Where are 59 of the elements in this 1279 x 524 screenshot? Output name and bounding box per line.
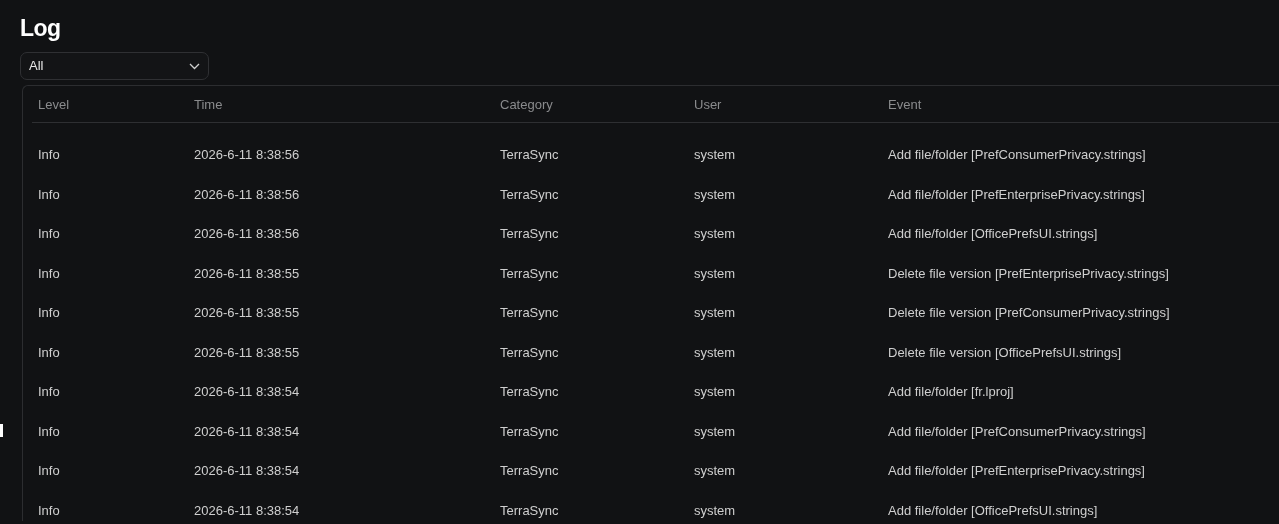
- table-cell-text: system: [693, 226, 736, 242]
- table-cell-text: Add file/folder [OfficePrefsUI.strings]: [887, 226, 1098, 242]
- column-header[interactable]: Level: [32, 96, 70, 112]
- table-cell-text: Add file/folder [PrefConsumerPrivacy.strings]: [887, 423, 1146, 439]
- table-cell-text: Info: [37, 147, 60, 163]
- table-cell-text: system: [693, 265, 736, 281]
- table-cell-text: TerraSync: [499, 423, 559, 439]
- table-cell-text: 2026-6-11 8:38:55: [193, 305, 300, 321]
- table-cell-text: TerraSync: [499, 502, 559, 518]
- filter-dropdown[interactable]: All: [20, 52, 209, 80]
- table-cell-text: Info: [37, 226, 60, 242]
- column-header[interactable]: Category: [494, 96, 553, 112]
- table-cell-text: TerraSync: [499, 344, 559, 360]
- column-header[interactable]: Event: [882, 96, 922, 112]
- table-cell-text: Info: [37, 423, 60, 439]
- table-cell-text: Add file/folder [OfficePrefsUI.strings]: [887, 502, 1098, 518]
- page-title: Log: [20, 14, 62, 43]
- table-cell-text: 2026-6-11 8:38:56: [193, 186, 300, 202]
- table-cell-text: system: [693, 305, 736, 321]
- table-cell-text: TerraSync: [499, 186, 559, 202]
- table-cell-text: Info: [37, 463, 60, 479]
- table-cell-text: Add file/folder [PrefConsumerPrivacy.strings]: [887, 147, 1146, 163]
- column-header[interactable]: User: [688, 96, 722, 112]
- table-cell-text: 2026-6-11 8:38:54: [193, 463, 300, 479]
- table-cell-text: system: [693, 344, 736, 360]
- table-cell-text: 2026-6-11 8:38:54: [193, 384, 300, 400]
- table-cell-text: TerraSync: [499, 147, 559, 163]
- table-cell-text: TerraSync: [499, 463, 559, 479]
- table-cell-text: TerraSync: [499, 265, 559, 281]
- table-cell-text: Delete file version [PrefConsumerPrivacy.strings]: [887, 305, 1170, 321]
- table-cell-text: Info: [37, 186, 60, 202]
- table-cell-text: system: [693, 384, 736, 400]
- table-cell-text: Info: [37, 384, 60, 400]
- scroll-marker: [0, 424, 3, 437]
- table-cell-text: 2026-6-11 8:38:54: [193, 502, 300, 518]
- table-cell-text: system: [693, 186, 736, 202]
- table-cell-text: 2026-6-11 8:38:55: [193, 265, 300, 281]
- table-cell-text: Info: [37, 502, 60, 518]
- table-cell-text: TerraSync: [499, 305, 559, 321]
- table-cell-text: system: [693, 502, 736, 518]
- table-cell-text: Info: [37, 305, 60, 321]
- table-cell-text: TerraSync: [499, 384, 559, 400]
- table-cell-text: Add file/folder [PrefEnterprisePrivacy.strings]: [887, 463, 1145, 479]
- table-cell-text: 2026-6-11 8:38:56: [193, 147, 300, 163]
- table-cell-text: system: [693, 463, 736, 479]
- column-header[interactable]: Time: [188, 96, 223, 112]
- table-cell-text: system: [693, 147, 736, 163]
- table-cell-text: system: [693, 423, 736, 439]
- table-cell-text: 2026-6-11 8:38:54: [193, 423, 300, 439]
- table-cell-text: Info: [37, 344, 60, 360]
- table-cell-text: Delete file version [OfficePrefsUI.strings]: [887, 344, 1122, 360]
- table-cell-text: TerraSync: [499, 226, 559, 242]
- chevron-down-icon: [189, 62, 200, 70]
- table-cell-text: Delete file version [PrefEnterprisePrivacy.strings]: [887, 265, 1169, 281]
- table-cell-text: 2026-6-11 8:38:55: [193, 344, 300, 360]
- table-cell-text: Add file/folder [fr.lproj]: [887, 384, 1014, 400]
- table-cell-text: Info: [37, 265, 60, 281]
- table-cell-text: Add file/folder [PrefEnterprisePrivacy.strings]: [887, 186, 1145, 202]
- table-cell-text: 2026-6-11 8:38:56: [193, 226, 300, 242]
